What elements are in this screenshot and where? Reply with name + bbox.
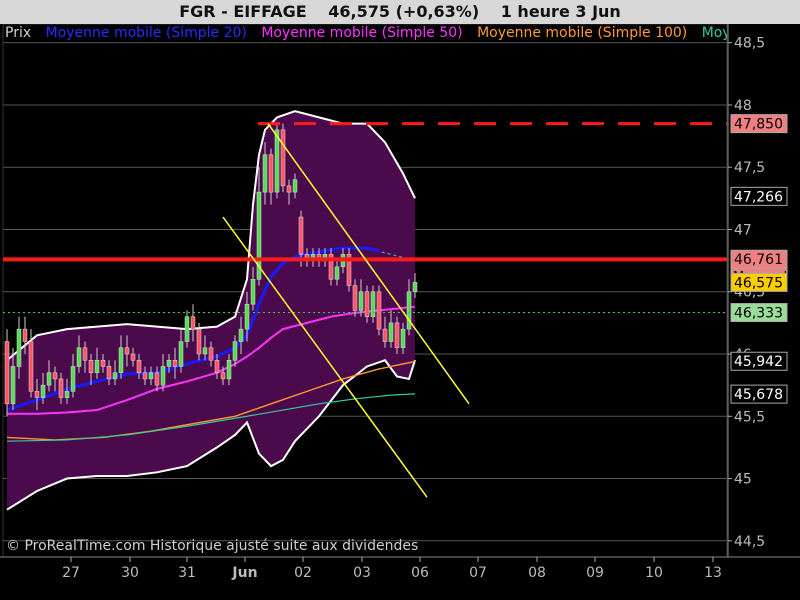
candle-body — [376, 291, 382, 330]
legend-sma100: Moyenne mobile (Simple 100) — [477, 25, 688, 41]
candle-body — [112, 372, 118, 380]
candle-body — [238, 328, 244, 342]
candle-body — [10, 366, 16, 405]
chart-legend: Prix Moyenne mobile (Simple 20) Moyenne … — [5, 24, 727, 42]
x-tick-label: 13 — [704, 565, 722, 581]
candle-body — [64, 391, 70, 398]
candle-body — [28, 341, 34, 392]
candle-body — [352, 285, 358, 311]
y-tick-label: 47,5 — [734, 160, 765, 176]
candle-body — [142, 372, 148, 380]
candle-body — [136, 359, 142, 373]
candle-body — [46, 372, 52, 386]
candle-body — [358, 291, 364, 311]
candle-body — [214, 359, 220, 373]
candle-body — [280, 129, 286, 187]
candle-body — [160, 366, 166, 386]
candle-body — [118, 347, 124, 373]
time-axis — [0, 557, 800, 600]
copyright-notice: © ProRealTime.com Historique ajusté suit… — [6, 538, 419, 554]
candle-body — [232, 341, 238, 361]
candle-body — [202, 347, 208, 355]
candle-body — [406, 291, 412, 330]
candle-body — [166, 359, 172, 367]
candle-body — [334, 266, 340, 280]
candle-body — [178, 341, 184, 367]
price-label: 47,266 — [734, 189, 783, 205]
x-tick-label: 07 — [469, 565, 487, 581]
x-tick-label: 06 — [411, 565, 429, 581]
candle-body — [262, 154, 268, 193]
candle-body — [382, 328, 388, 342]
legend-price: Prix — [5, 25, 32, 41]
candle-body — [58, 378, 64, 398]
candle-body — [412, 282, 418, 292]
symbol-name: FGR - EIFFAGE — [179, 2, 307, 21]
candle-body — [148, 372, 154, 380]
candle-body — [244, 303, 250, 330]
y-tick-label: 44,5 — [734, 534, 765, 550]
x-tick-label: 30 — [121, 565, 139, 581]
candle-body — [106, 366, 112, 380]
candle-body — [196, 328, 202, 355]
price-label: 46,761 — [734, 252, 783, 268]
candle-body — [100, 359, 106, 367]
legend-ma-extra: Moye — [701, 25, 727, 41]
x-tick-label: 31 — [178, 565, 196, 581]
candle-body — [4, 341, 10, 405]
price-label: 46,333 — [734, 306, 783, 322]
y-tick-label: 47 — [734, 222, 752, 238]
candle-body — [286, 185, 292, 193]
x-tick-label: 03 — [353, 565, 371, 581]
candle-body — [88, 359, 94, 373]
candle-body — [40, 384, 46, 398]
price-label: 47,850 — [734, 117, 783, 133]
candle-body — [400, 328, 406, 349]
candle-body — [388, 322, 394, 342]
y-tick-label: 48 — [734, 98, 752, 114]
candle-body — [22, 328, 28, 342]
candle-body — [124, 347, 130, 355]
legend-sma50: Moyenne mobile (Simple 50) — [261, 25, 463, 41]
x-tick-label: 10 — [645, 565, 663, 581]
candle-body — [70, 366, 76, 392]
candle-body — [172, 359, 178, 367]
candle-body — [220, 372, 226, 380]
candle-body — [190, 316, 196, 330]
candle-body — [16, 328, 22, 367]
candle-body — [130, 353, 136, 361]
candle-body — [52, 372, 58, 380]
x-tick-label: 09 — [586, 565, 604, 581]
last-price: 46,575 (+0,63%) — [328, 2, 480, 21]
candle-body — [394, 322, 400, 349]
candle-body — [250, 279, 256, 305]
candle-body — [76, 347, 82, 367]
x-tick-label: 27 — [62, 565, 80, 581]
candle-body — [208, 347, 214, 361]
legend-sma20: Moyenne mobile (Simple 20) — [45, 25, 247, 41]
candle-body — [268, 154, 274, 193]
y-tick-label: 45,5 — [734, 409, 765, 425]
price-label: 45,942 — [734, 354, 783, 370]
candle-body — [184, 316, 190, 342]
price-label: 45,678 — [734, 387, 783, 403]
candle-body — [298, 216, 304, 255]
x-tick-label: 08 — [528, 565, 546, 581]
x-tick-label: Jun — [231, 565, 257, 581]
y-tick-label: 45 — [734, 472, 752, 488]
y-tick-label: 48,5 — [734, 36, 765, 52]
candle-body — [94, 359, 100, 373]
candle-body — [292, 179, 298, 193]
period-label: 1 heure 3 Jun — [500, 2, 621, 21]
price-chart[interactable]: 48,54847,54746,54645,54544,547,85047,266… — [0, 24, 800, 600]
chart-title-bar: FGR - EIFFAGE 46,575 (+0,63%) 1 heure 3 … — [0, 0, 800, 24]
candle-body — [34, 391, 40, 398]
x-tick-label: 02 — [294, 565, 312, 581]
price-label: 46,575 — [734, 275, 783, 291]
candle-body — [226, 359, 232, 380]
candle-body — [154, 372, 160, 386]
candle-body — [82, 347, 88, 361]
